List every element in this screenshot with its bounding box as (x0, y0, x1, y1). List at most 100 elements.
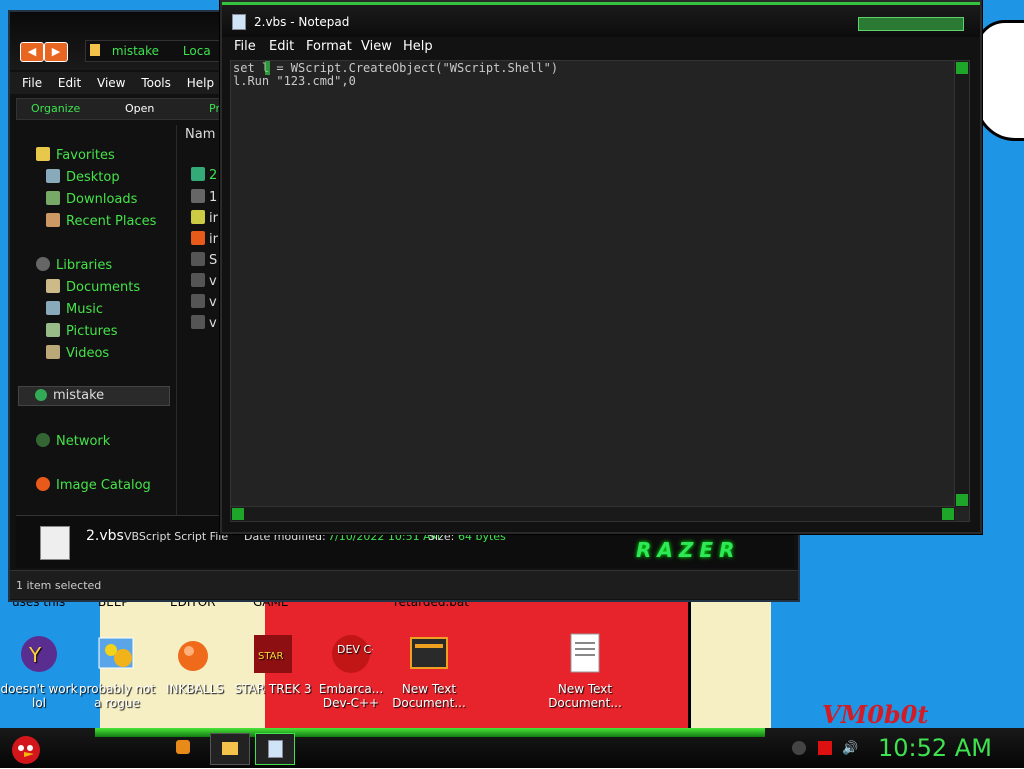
angry-bird-icon (12, 736, 40, 764)
taskbar: 🔊 10:52 AM (0, 728, 1024, 768)
open-button[interactable]: Open (125, 102, 154, 115)
system-clock[interactable]: 10:52 AM (878, 734, 992, 762)
show-hidden-icons-icon[interactable] (792, 741, 806, 755)
nav-desktop[interactable]: Desktop (46, 169, 120, 185)
nav-label: Favorites (56, 148, 115, 163)
desktop-icon-label: New Text Document... (548, 682, 622, 710)
desktop-icon[interactable]: probably not a rogue (76, 632, 158, 710)
nav-label: Downloads (66, 192, 138, 207)
menu-format[interactable]: Format (306, 39, 352, 54)
nav-pictures[interactable]: Pictures (46, 323, 117, 339)
nav-label: Recent Places (66, 214, 157, 229)
window-caption-buttons[interactable] (858, 17, 964, 31)
text-cursor (265, 61, 270, 75)
desktop-icon[interactable]: STAR STAR TREK 3 (232, 632, 314, 696)
desktop-icon-label: probably not a rogue (78, 682, 156, 710)
folder-icon (90, 44, 100, 56)
details-file-name: 2.vbs (86, 528, 124, 544)
yahoo-icon: Y (17, 632, 61, 676)
nav-music[interactable]: Music (46, 301, 103, 317)
details-file-type: VBScript Script File (124, 530, 229, 543)
nav-favorites[interactable]: Favorites (36, 147, 115, 163)
wallpaper-signature: VM0b0t (822, 700, 929, 729)
action-center-icon[interactable] (818, 741, 832, 755)
file-icon (191, 294, 205, 308)
file-name: v (209, 316, 217, 331)
nav-videos[interactable]: Videos (46, 345, 109, 361)
cmd-file-icon (191, 189, 205, 203)
nav-label: Music (66, 302, 103, 317)
file-name: v (209, 295, 217, 310)
menu-view[interactable]: View (97, 72, 125, 94)
volume-icon[interactable]: 🔊 (842, 741, 858, 756)
scroll-right-button[interactable] (942, 508, 954, 520)
desktop-icon[interactable]: New Text Document... (544, 632, 626, 710)
menu-tools[interactable]: Tools (141, 72, 171, 94)
svg-text:Y: Y (28, 643, 42, 667)
taskbar-glow (95, 728, 765, 737)
nav-recent-places[interactable]: Recent Places (46, 213, 156, 229)
star-wars-icon: STAR (251, 632, 295, 676)
menu-help[interactable]: Help (403, 39, 433, 54)
nav-image-catalog[interactable]: Image Catalog (36, 477, 151, 493)
status-text: 1 item selected (16, 579, 102, 592)
taskbar-explorer-button[interactable] (210, 733, 250, 765)
horizontal-scrollbar[interactable] (231, 506, 955, 521)
file-name: 1 (209, 190, 218, 205)
start-button[interactable] (8, 730, 44, 766)
more-button[interactable]: Pr (209, 102, 220, 115)
desktop-icon-label: STAR TREK 3 (234, 682, 312, 696)
desktop-icon[interactable]: DEV C++ Embarca... Dev-C++ (310, 632, 392, 710)
menu-file[interactable]: File (234, 39, 256, 54)
menu-edit[interactable]: Edit (58, 72, 81, 94)
desktop-icon[interactable]: New Text Document... (388, 632, 470, 710)
address-location: Loca (182, 44, 211, 58)
taskbar-notepad-button[interactable] (255, 733, 295, 765)
gears-icon (95, 632, 139, 676)
nav-label: Network (56, 434, 111, 449)
back-button[interactable]: ◀ (20, 42, 44, 62)
vbs-file-icon (40, 526, 70, 560)
scroll-down-button[interactable] (956, 494, 968, 506)
nav-network[interactable]: Network (36, 433, 110, 449)
menu-view[interactable]: View (361, 39, 392, 54)
scroll-left-button[interactable] (232, 508, 244, 520)
desktop-icon[interactable]: INKBALLS (154, 632, 236, 696)
navigation-pane: Favorites Desktop Downloads Recent Place… (16, 127, 174, 517)
command-bar: Organize Open Pr (16, 98, 224, 120)
text-editor[interactable]: set l = WScript.CreateObject("WScript.Sh… (230, 60, 970, 522)
menu-file[interactable]: File (22, 72, 42, 94)
address-bar[interactable]: mistake Loca (85, 40, 237, 62)
nav-label: Desktop (66, 170, 120, 185)
explorer-menubar: File Edit View Tools Help (10, 72, 222, 94)
desktop-icon[interactable]: Y doesn't work lol (0, 632, 80, 710)
vertical-scrollbar[interactable] (954, 61, 969, 507)
desktop-icon-label: Embarca... Dev-C++ (318, 682, 384, 710)
inkball-icon (173, 632, 217, 676)
text-doc-icon (563, 632, 607, 676)
notepad-menubar: File Edit Format View Help (222, 38, 972, 56)
column-header-name[interactable]: Nam (185, 127, 215, 142)
music-icon (46, 301, 60, 315)
title-bar[interactable]: 2.vbs - Notepad (222, 2, 980, 37)
paint-pin-icon[interactable] (176, 740, 190, 754)
nav-downloads[interactable]: Downloads (46, 191, 137, 207)
file-name: ir (209, 232, 218, 247)
menu-help[interactable]: Help (187, 72, 214, 94)
notepad-icon (232, 14, 246, 30)
nav-libraries[interactable]: Libraries (36, 257, 112, 273)
scroll-up-button[interactable] (956, 62, 968, 74)
libraries-icon (36, 257, 50, 271)
documents-icon (46, 279, 60, 293)
editor-line-2: l.Run "123.cmd",0 (233, 74, 356, 88)
notepad-window: 2.vbs - Notepad File Edit Format View He… (220, 0, 982, 534)
menu-edit[interactable]: Edit (269, 39, 294, 54)
organize-button[interactable]: Organize (31, 102, 80, 115)
nav-selected-folder[interactable]: mistake (18, 386, 170, 406)
forward-button[interactable]: ▶ (44, 42, 68, 62)
devcpp-icon: DEV C++ (329, 632, 390, 676)
file-name: 2 (209, 168, 218, 183)
nav-documents[interactable]: Documents (46, 279, 140, 295)
svg-text:DEV C++: DEV C++ (337, 643, 373, 656)
file-icon (191, 252, 205, 266)
